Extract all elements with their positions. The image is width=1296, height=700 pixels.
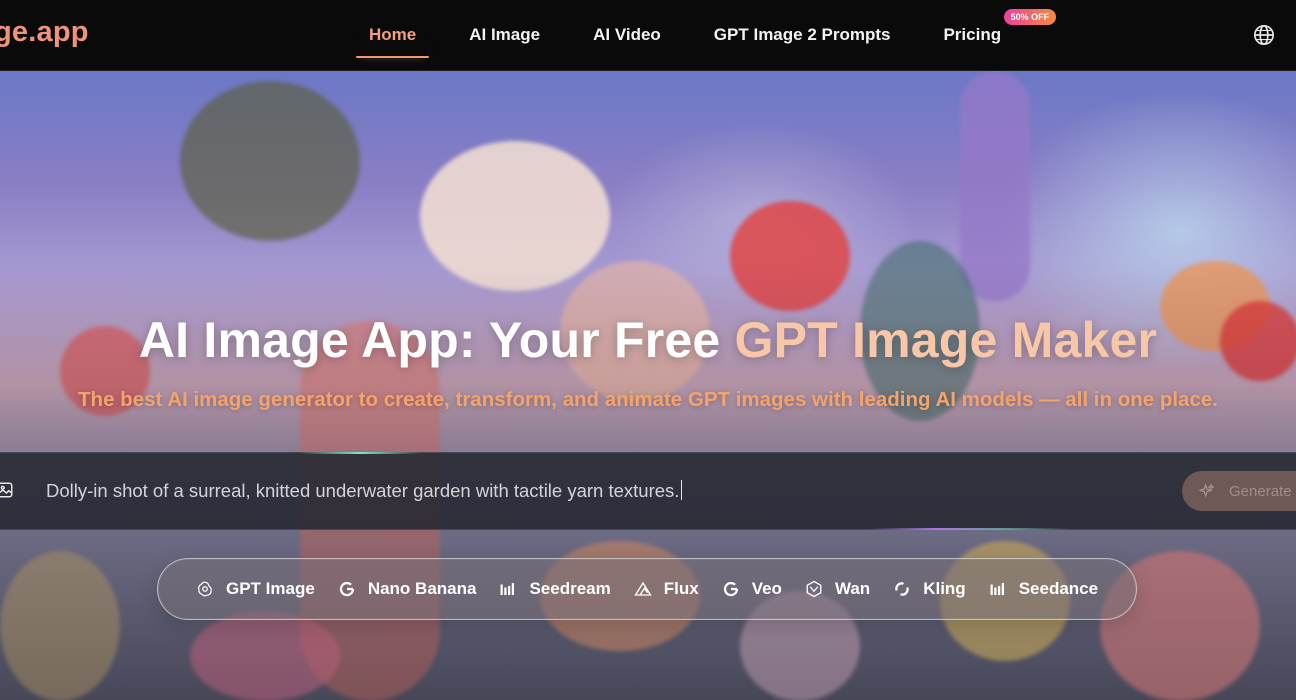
top-navbar: ge.app Home AI Image AI Video GPT Image … xyxy=(0,0,1296,71)
flux-triangle-icon xyxy=(634,580,652,598)
generate-button-label: Generate xyxy=(1229,482,1292,500)
discount-badge: 50% OFF xyxy=(1003,9,1057,25)
model-flux[interactable]: Flux xyxy=(634,579,699,599)
model-kling[interactable]: Kling xyxy=(893,579,966,599)
nav-item-home[interactable]: Home xyxy=(356,0,430,70)
model-label: GPT Image xyxy=(226,579,315,598)
hero-title-main: AI Image App: Your Free xyxy=(138,312,735,368)
prompt-input-value: Dolly-in shot of a surreal, knitted unde… xyxy=(46,480,680,501)
hero-section: AI Image App: Your Free GPT Image Maker … xyxy=(0,71,1296,700)
prompt-bar: Dolly-in shot of a surreal, knitted unde… xyxy=(0,452,1296,530)
text-cursor xyxy=(681,480,683,500)
nav-item-ai-video[interactable]: AI Video xyxy=(580,0,674,70)
brand-logo[interactable]: ge.app xyxy=(0,16,89,49)
google-g-icon xyxy=(338,580,356,598)
model-label: Seedance xyxy=(1018,579,1099,598)
bars-icon xyxy=(989,580,1007,598)
model-wan[interactable]: Wan xyxy=(805,579,870,599)
model-selector: GPT Image Nano Banana Seedream Flux Veo … xyxy=(157,558,1137,620)
prompt-bar-glow-top xyxy=(300,452,420,454)
model-label: Veo xyxy=(751,579,782,598)
globe-icon[interactable] xyxy=(1253,24,1275,46)
model-seedream[interactable]: Seedream xyxy=(499,579,611,599)
sparkle-icon xyxy=(1199,483,1215,498)
hero-title: AI Image App: Your Free GPT Image Maker xyxy=(0,311,1296,369)
nav-item-pricing[interactable]: Pricing 50% OFF xyxy=(930,0,1057,70)
openai-icon xyxy=(196,580,214,598)
nav-item-gpt-image-2-prompts[interactable]: GPT Image 2 Prompts xyxy=(701,0,904,70)
main-nav: Home AI Image AI Video GPT Image 2 Promp… xyxy=(356,0,1057,70)
model-label: Flux xyxy=(663,579,699,598)
model-veo[interactable]: Veo xyxy=(722,579,782,599)
hero-title-accent: GPT Image Maker xyxy=(734,312,1158,368)
nav-item-pricing-label: Pricing xyxy=(943,25,1002,44)
hero-subtitle: The best AI image generator to create, t… xyxy=(78,388,1218,411)
prompt-input[interactable]: Dolly-in shot of a surreal, knitted unde… xyxy=(46,480,683,502)
model-nano-banana[interactable]: Nano Banana xyxy=(338,579,477,599)
model-label: Kling xyxy=(923,579,966,598)
model-label: Nano Banana xyxy=(367,579,477,598)
google-g-icon xyxy=(722,580,740,598)
image-upload-icon[interactable] xyxy=(0,481,14,499)
model-label: Seedream xyxy=(529,579,611,598)
generate-button[interactable]: Generate xyxy=(1182,471,1296,511)
model-seedance[interactable]: Seedance xyxy=(989,579,1098,599)
model-gpt-image[interactable]: GPT Image xyxy=(196,579,315,599)
bars-icon xyxy=(499,580,517,598)
wan-icon xyxy=(805,580,823,598)
prompt-bar-glow-bottom xyxy=(870,528,1070,530)
kling-icon xyxy=(893,580,911,598)
nav-item-ai-image[interactable]: AI Image xyxy=(456,0,553,70)
model-label: Wan xyxy=(834,579,871,598)
